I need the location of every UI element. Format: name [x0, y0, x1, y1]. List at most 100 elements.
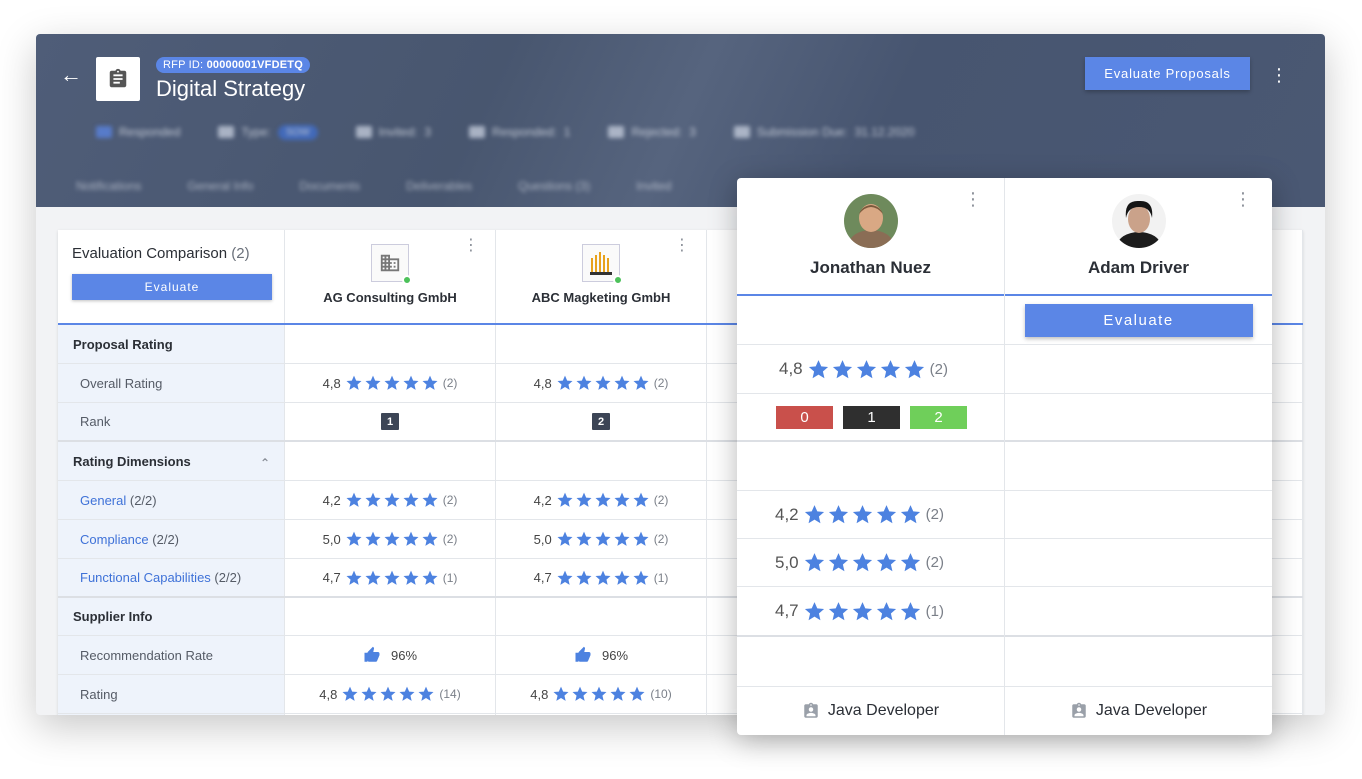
star-icon	[613, 569, 631, 587]
star-icon	[383, 530, 401, 548]
tab-notifications[interactable]: Notifications	[76, 179, 141, 193]
star-icon	[613, 530, 631, 548]
star-icon	[341, 685, 359, 703]
rating-cell: 5,0 (2)	[285, 520, 496, 558]
star-icon	[628, 685, 646, 703]
evaluate-button[interactable]: Evaluate	[72, 274, 272, 300]
tab-invited[interactable]: Invited	[636, 179, 671, 193]
star-rating	[803, 551, 922, 574]
meta-responded-value: 1	[563, 125, 571, 139]
section-label: Proposal Rating	[58, 325, 285, 363]
star-icon	[803, 600, 826, 623]
section-label-text: Rating Dimensions	[73, 453, 191, 469]
meta-rejected-value: 3	[689, 125, 696, 139]
meta-type-label: Type:	[241, 125, 271, 139]
empty-cell	[285, 442, 496, 480]
candidate-header: ⋮ Adam Driver	[1005, 178, 1272, 296]
role-label: Java Developer	[827, 702, 940, 719]
evaluate-proposals-button[interactable]: Evaluate Proposals	[1085, 57, 1250, 90]
empty-row	[1005, 587, 1272, 637]
candidate-header: ⋮ Jonathan Nuez	[737, 178, 1004, 296]
dimension-link-functional[interactable]: Functional Capabilities	[80, 570, 211, 585]
star-icon	[875, 600, 898, 623]
rating-score: 4,8	[779, 359, 803, 378]
row-label: Functional Capabilities (2/2)	[58, 559, 285, 596]
status-responded: Responded	[96, 125, 180, 139]
row-label: Rank	[58, 403, 285, 440]
supplier-name: ABC Magketing GmbH	[531, 290, 671, 305]
candidate-menu-icon[interactable]: ⋮	[964, 190, 982, 208]
star-icon	[575, 530, 593, 548]
star-rating	[556, 569, 650, 587]
candidate-menu-icon[interactable]: ⋮	[1234, 190, 1252, 208]
dimension-rating-functional: 4,7 (1)	[737, 587, 1004, 637]
meta-rejected: Rejected: 3	[608, 125, 696, 139]
empty-row	[1005, 442, 1272, 491]
star-icon	[903, 358, 926, 381]
rating-cell: 4,7 (1)	[285, 559, 496, 596]
star-rating	[552, 685, 646, 703]
star-icon	[613, 491, 631, 509]
meta-submission-due: Submission Due: 31.12.2020	[733, 125, 915, 139]
meta-due-value: 31.12.2020	[854, 125, 915, 139]
rating-score: 5,0	[775, 552, 799, 572]
role-row: Java Developer	[737, 687, 1004, 735]
star-icon	[364, 530, 382, 548]
star-icon	[594, 569, 612, 587]
type-pill: SOW	[277, 124, 318, 140]
tab-deliverables[interactable]: Deliverables	[406, 179, 472, 193]
supplier-menu-icon[interactable]: ⋮	[674, 238, 690, 254]
candidate-role: Java Developer	[737, 701, 1004, 721]
star-rating	[556, 374, 650, 392]
supplier-menu-icon[interactable]: ⋮	[463, 238, 479, 254]
star-icon	[899, 551, 922, 574]
candidate-name: Adam Driver	[1087, 258, 1190, 277]
star-icon	[556, 569, 574, 587]
star-icon	[899, 600, 922, 623]
role-row: Java Developer	[1005, 687, 1272, 735]
id-badge-icon	[1070, 701, 1088, 721]
dimension-link-general[interactable]: General	[80, 493, 126, 508]
evaluate-candidate-button[interactable]: Evaluate	[1024, 303, 1253, 337]
chevron-up-icon[interactable]: ⌃	[260, 456, 270, 470]
empty-cell	[496, 442, 707, 480]
star-rating	[556, 491, 650, 509]
more-options-icon[interactable]: ⋮	[1270, 66, 1288, 84]
star-icon	[556, 491, 574, 509]
star-icon	[831, 358, 854, 381]
calendar-icon	[355, 126, 372, 138]
back-arrow-icon[interactable]: ←	[60, 64, 82, 86]
vote-box-1: 1	[843, 405, 900, 429]
meta-invited: Invited: 3	[355, 125, 431, 139]
row-label: Recommendation Rate	[58, 636, 285, 674]
dimension-link-compliance[interactable]: Compliance	[80, 532, 149, 547]
tab-questions[interactable]: Questions (3)	[518, 179, 590, 193]
tab-general-info[interactable]: General Info	[187, 179, 253, 193]
star-icon	[417, 685, 435, 703]
rating-count: (2)	[442, 376, 458, 390]
supplier-header-2: ⋮ ABC Magketing GmbH	[496, 230, 707, 323]
tab-documents[interactable]: Documents	[299, 179, 360, 193]
rank-badge: 2	[592, 413, 610, 430]
recommendation-value: 96%	[390, 647, 418, 663]
rating-count: (2)	[442, 493, 458, 507]
star-icon	[827, 503, 850, 526]
rating-count: (1)	[925, 602, 944, 620]
rating-score: 4,8	[533, 375, 552, 391]
rating-count: (2)	[653, 376, 669, 390]
meta-responded: Responded: 1	[469, 125, 570, 139]
empty-cell	[496, 598, 707, 635]
star-icon	[575, 569, 593, 587]
wrench-icon	[218, 126, 235, 138]
supplier-name: AG Consulting GmbH	[323, 290, 457, 305]
row-label: Compliance (2/2)	[58, 520, 285, 558]
rating-score: 4,8	[319, 686, 338, 702]
rating-cell: 4,8 (2)	[496, 364, 707, 402]
calendar-icon	[733, 126, 750, 138]
rfp-id-badge: RFP ID: 00000001VFDETQ	[156, 57, 310, 73]
star-icon	[364, 374, 382, 392]
star-icon	[899, 503, 922, 526]
rank-cell: 2	[496, 403, 707, 440]
votes-row: 0 1 2	[737, 394, 1004, 442]
star-rating	[807, 358, 926, 381]
